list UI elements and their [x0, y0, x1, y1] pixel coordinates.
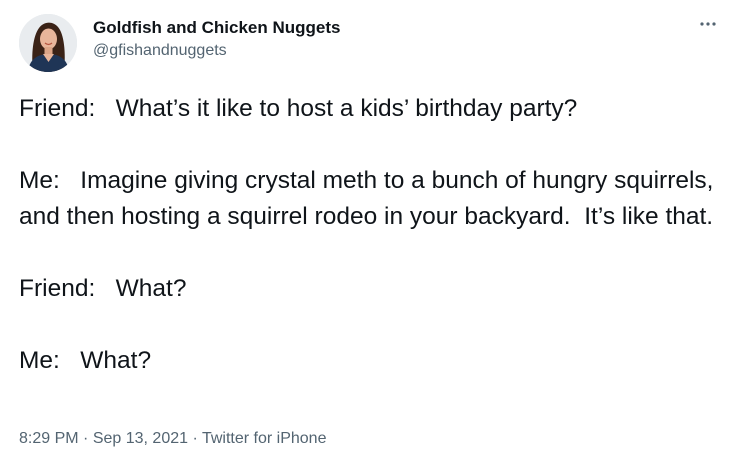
author-display-name[interactable]: Goldfish and Chicken Nuggets — [93, 17, 340, 39]
tweet-paragraph: Me: What? — [19, 347, 152, 374]
tweet-author: Goldfish and Chicken Nuggets @gfishandnu… — [93, 17, 340, 62]
tweet-paragraph: Me: Imagine giving crystal meth to a bun… — [19, 167, 721, 230]
author-handle[interactable]: @gfishandnuggets — [93, 40, 340, 62]
profile-photo-icon — [19, 14, 77, 72]
meta-separator: · — [83, 430, 89, 447]
tweet-time[interactable]: 8:29 PM — [19, 430, 79, 447]
meta-separator: · — [192, 430, 198, 447]
tweet-source[interactable]: Twitter for iPhone — [202, 430, 327, 447]
more-horizontal-icon — [700, 22, 716, 26]
tweet-card: Goldfish and Chicken Nuggets @gfishandnu… — [0, 0, 740, 457]
avatar[interactable] — [19, 14, 77, 72]
tweet-paragraph: Friend: What’s it like to host a kids’ b… — [19, 95, 578, 122]
more-options-button[interactable] — [694, 14, 722, 34]
tweet-date[interactable]: Sep 13, 2021 — [93, 430, 188, 447]
tweet-paragraph: Friend: What? — [19, 275, 187, 302]
tweet-text: Friend: What’s it like to host a kids’ b… — [19, 91, 724, 379]
tweet-metadata: 8:29 PM · Sep 13, 2021 · Twitter for iPh… — [19, 428, 326, 450]
